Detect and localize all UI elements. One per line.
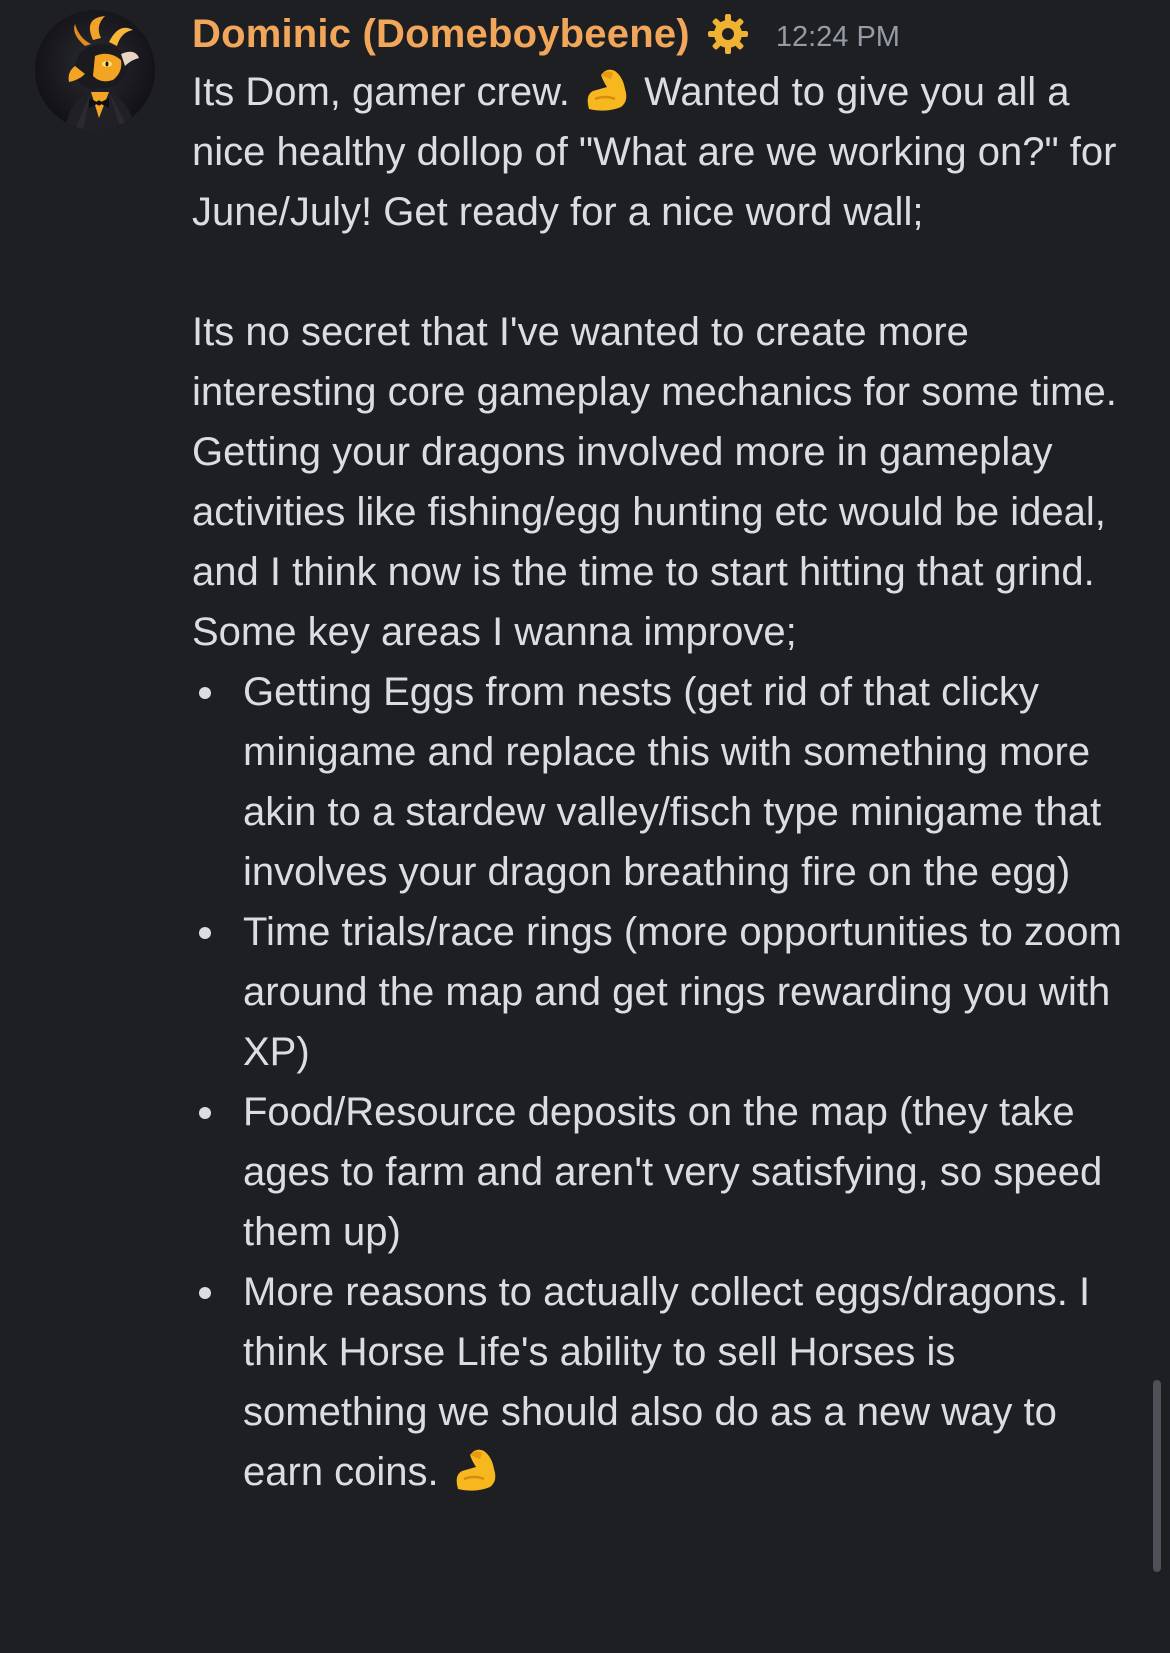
chat-message: Dominic (Domeboybeene) 12:24 PM Its Dom,… <box>0 0 1170 1653</box>
message-paragraph-intro: Its Dom, gamer crew. Wanted to give you … <box>192 62 1142 242</box>
bullet-dot <box>199 1107 211 1119</box>
author-username[interactable]: Dominic (Domeboybeene) <box>192 12 690 57</box>
dragon-avatar-icon <box>35 10 155 130</box>
list-item: Food/Resource deposits on the map (they … <box>192 1082 1142 1262</box>
list-item: More reasons to actually collect eggs/dr… <box>192 1262 1142 1502</box>
list-item-text: Food/Resource deposits on the map (they … <box>243 1090 1103 1254</box>
list-item-text: More reasons to actually collect eggs/dr… <box>243 1270 1091 1494</box>
bullet-dot <box>199 1287 211 1299</box>
list-item-text: Time trials/race rings (more opportuniti… <box>243 910 1122 1074</box>
list-item-text: Getting Eggs from nests (get rid of that… <box>243 670 1102 894</box>
flexed-biceps-icon[interactable] <box>581 65 633 113</box>
bullet-list: Getting Eggs from nests (get rid of that… <box>192 662 1142 1502</box>
list-item: Getting Eggs from nests (get rid of that… <box>192 662 1142 902</box>
message-paragraph-main: Its no secret that I've wanted to create… <box>192 310 1117 654</box>
bullet-dot <box>199 687 211 699</box>
bullet-dot <box>199 927 211 939</box>
message-timestamp[interactable]: 12:24 PM <box>776 21 900 54</box>
message-header: Dominic (Domeboybeene) 12:24 PM <box>192 4 900 64</box>
gear-icon[interactable] <box>706 12 750 56</box>
message-content: Its Dom, gamer crew. Wanted to give you … <box>192 62 1142 1502</box>
intro-text-start: Its Dom, gamer crew. <box>192 70 581 114</box>
list-item: Time trials/race rings (more opportuniti… <box>192 902 1142 1082</box>
scrollbar-thumb[interactable] <box>1153 1380 1161 1572</box>
flexed-biceps-icon[interactable] <box>450 1445 502 1493</box>
author-avatar[interactable] <box>35 10 155 130</box>
